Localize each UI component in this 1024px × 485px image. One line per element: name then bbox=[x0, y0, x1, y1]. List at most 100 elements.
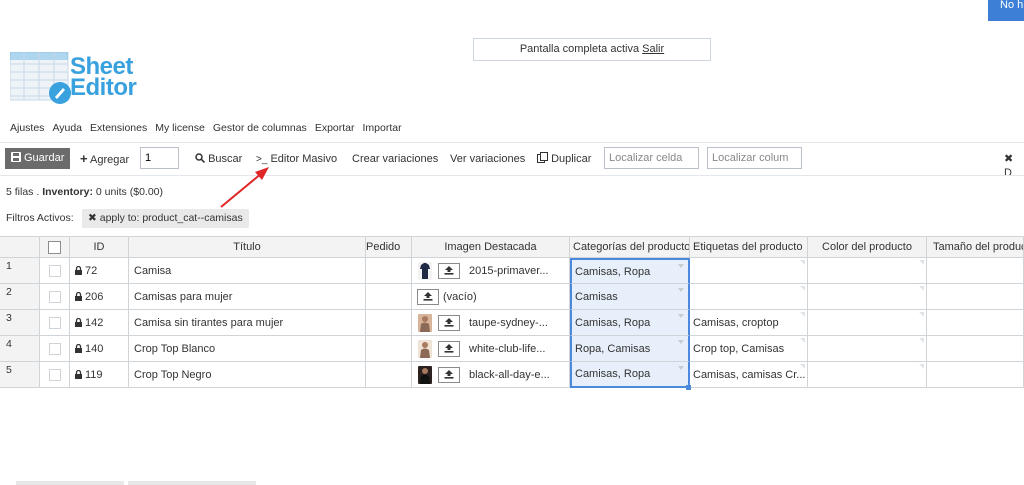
toolbar-divider-top bbox=[0, 142, 1024, 143]
column-header-image[interactable]: Imagen Destacada bbox=[412, 236, 570, 258]
color-cell[interactable] bbox=[808, 284, 927, 310]
order-cell[interactable] bbox=[366, 258, 412, 284]
image-cell[interactable]: 2015-primaver... bbox=[412, 258, 570, 284]
column-header-categories[interactable]: Categorías del producto bbox=[570, 236, 690, 258]
color-cell[interactable] bbox=[808, 362, 927, 388]
fill-handle[interactable] bbox=[686, 385, 691, 390]
dropdown-arrow-icon[interactable] bbox=[678, 288, 684, 292]
order-cell[interactable] bbox=[366, 284, 412, 310]
menu-item-gestor-columnas[interactable]: Gestor de columnas bbox=[213, 122, 307, 138]
tags-cell[interactable]: Camisas, camisas Cr... bbox=[690, 362, 808, 388]
add-count-input[interactable] bbox=[140, 147, 179, 169]
order-cell[interactable] bbox=[366, 310, 412, 336]
size-cell[interactable] bbox=[927, 336, 1024, 362]
create-variations-button[interactable]: Crear variaciones bbox=[352, 152, 438, 166]
image-cell[interactable]: taupe-sydney-... bbox=[412, 310, 570, 336]
categories-cell[interactable]: Camisas, Ropa bbox=[570, 258, 690, 284]
active-filters-label: Filtros Activos: bbox=[6, 212, 74, 224]
title-cell[interactable]: Camisa bbox=[129, 258, 366, 284]
locate-column-input[interactable] bbox=[707, 147, 802, 169]
footer-button-stub[interactable] bbox=[16, 481, 124, 485]
categories-cell[interactable]: Camisas, Ropa bbox=[570, 310, 690, 336]
row-checkbox[interactable] bbox=[48, 290, 61, 303]
tags-cell[interactable]: Crop top, Camisas bbox=[690, 336, 808, 362]
cell-corner-icon bbox=[800, 364, 805, 369]
size-cell[interactable] bbox=[927, 310, 1024, 336]
logo-text-editor: Editor bbox=[70, 74, 137, 101]
size-cell[interactable] bbox=[927, 284, 1024, 310]
size-cell[interactable] bbox=[927, 258, 1024, 284]
cell-corner-icon bbox=[919, 338, 924, 343]
image-cell[interactable]: black-all-day-e... bbox=[412, 362, 570, 388]
close-icon: ✖ bbox=[1004, 153, 1014, 165]
exit-fullscreen-link[interactable]: Salir bbox=[642, 43, 664, 55]
size-cell[interactable] bbox=[927, 362, 1024, 388]
id-value: 140 bbox=[85, 342, 104, 355]
row-number: 2 bbox=[0, 284, 40, 310]
upload-image-button[interactable] bbox=[417, 288, 439, 305]
categories-cell[interactable]: Ropa, Camisas bbox=[570, 336, 690, 362]
table-row: 1 72 Camisa 2015-primaver... Camisas, Ropa bbox=[0, 258, 1024, 284]
copy-icon bbox=[537, 152, 548, 163]
title-cell[interactable]: Crop Top Negro bbox=[129, 362, 366, 388]
dropdown-arrow-icon[interactable] bbox=[678, 314, 684, 318]
save-button[interactable]: Guardar bbox=[5, 148, 70, 169]
upload-image-button[interactable] bbox=[438, 366, 460, 383]
top-right-button[interactable]: No h bbox=[988, 0, 1024, 21]
cell-corner-icon bbox=[919, 312, 924, 317]
tags-cell[interactable] bbox=[690, 258, 808, 284]
column-header-order[interactable]: Pedido bbox=[366, 236, 412, 258]
image-cell[interactable]: (vacío) bbox=[412, 284, 570, 310]
upload-image-button[interactable] bbox=[438, 314, 460, 331]
menu-item-importar[interactable]: Importar bbox=[363, 122, 402, 138]
categories-cell[interactable]: Camisas bbox=[570, 284, 690, 310]
remove-filter-icon[interactable]: ✖ bbox=[88, 212, 97, 224]
filter-chip[interactable]: ✖ apply to: product_cat--camisas bbox=[82, 209, 249, 228]
title-cell[interactable]: Camisa sin tirantes para mujer bbox=[129, 310, 366, 336]
locate-cell-input[interactable] bbox=[604, 147, 699, 169]
dropdown-arrow-icon[interactable] bbox=[678, 340, 684, 344]
menu-item-my-license[interactable]: My license bbox=[155, 122, 205, 138]
menu-item-ayuda[interactable]: Ayuda bbox=[52, 122, 82, 138]
id-cell[interactable]: 119 bbox=[70, 362, 129, 388]
menu-item-extensiones[interactable]: Extensiones bbox=[90, 122, 147, 138]
duplicate-button[interactable]: Duplicar bbox=[537, 152, 591, 166]
column-header-id[interactable]: ID bbox=[70, 236, 129, 258]
dropdown-arrow-icon[interactable] bbox=[678, 366, 684, 370]
id-cell[interactable]: 72 bbox=[70, 258, 129, 284]
add-button[interactable]: + Agregar bbox=[80, 152, 129, 167]
row-checkbox[interactable] bbox=[48, 342, 61, 355]
row-select-cell bbox=[40, 310, 70, 336]
menu-item-exportar[interactable]: Exportar bbox=[315, 122, 355, 138]
column-header-size[interactable]: Tamaño del producto bbox=[927, 236, 1024, 258]
top-right-button-label: No h bbox=[1000, 0, 1024, 11]
upload-image-button[interactable] bbox=[438, 262, 460, 279]
order-cell[interactable] bbox=[366, 362, 412, 388]
tags-cell[interactable]: Camisas, croptop bbox=[690, 310, 808, 336]
id-cell[interactable]: 140 bbox=[70, 336, 129, 362]
main-menu: Ajustes Ayuda Extensiones My license Ges… bbox=[10, 122, 410, 138]
color-cell[interactable] bbox=[808, 258, 927, 284]
row-checkbox[interactable] bbox=[48, 368, 61, 381]
color-cell[interactable] bbox=[808, 310, 927, 336]
footer-button-stub[interactable] bbox=[128, 481, 256, 485]
view-variations-button[interactable]: Ver variaciones bbox=[450, 152, 525, 166]
row-checkbox[interactable] bbox=[48, 316, 61, 329]
tags-cell[interactable] bbox=[690, 284, 808, 310]
upload-image-button[interactable] bbox=[438, 340, 460, 357]
color-cell[interactable] bbox=[808, 336, 927, 362]
id-cell[interactable]: 206 bbox=[70, 284, 129, 310]
title-cell[interactable]: Crop Top Blanco bbox=[129, 336, 366, 362]
categories-cell[interactable]: Camisas, Ropa bbox=[570, 362, 690, 388]
select-all-checkbox[interactable] bbox=[48, 240, 61, 254]
column-header-tags[interactable]: Etiquetas del producto bbox=[690, 236, 808, 258]
id-cell[interactable]: 142 bbox=[70, 310, 129, 336]
dropdown-arrow-icon[interactable] bbox=[678, 264, 684, 268]
column-header-title[interactable]: Título bbox=[129, 236, 366, 258]
column-header-color[interactable]: Color del producto bbox=[808, 236, 927, 258]
order-cell[interactable] bbox=[366, 336, 412, 362]
title-cell[interactable]: Camisas para mujer bbox=[129, 284, 366, 310]
menu-item-ajustes[interactable]: Ajustes bbox=[10, 122, 44, 138]
row-checkbox[interactable] bbox=[48, 264, 61, 277]
image-cell[interactable]: white-club-life... bbox=[412, 336, 570, 362]
